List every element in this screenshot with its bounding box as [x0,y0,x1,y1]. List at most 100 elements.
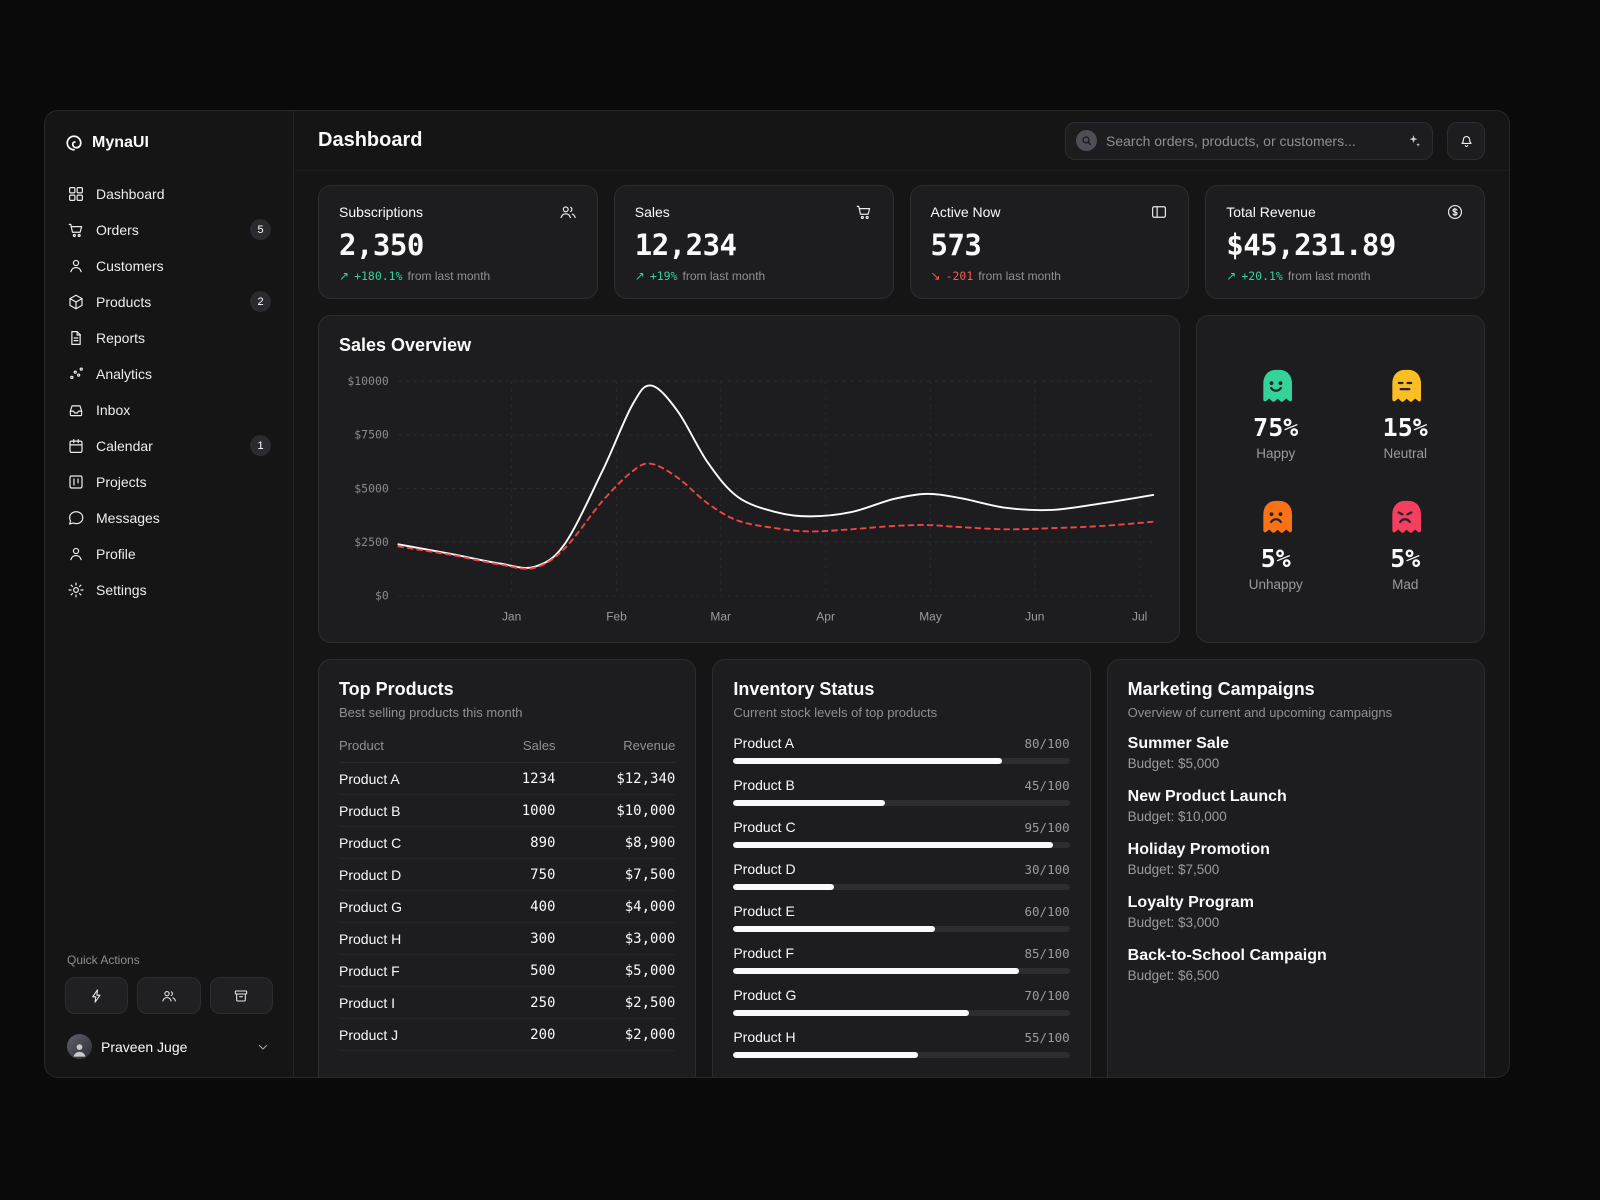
sidebar-item-label: Messages [96,510,160,526]
sidebar-item-label: Customers [96,258,164,274]
sidebar-item-label: Reports [96,330,145,346]
dollar-circle-icon [1446,203,1464,221]
svg-text:Jul: Jul [1132,610,1147,624]
campaign-name: Holiday Promotion [1128,841,1464,859]
sales-chart: $10000$7500$5000$2500$0JanFebMarAprMayJu… [339,364,1159,636]
trend-up-icon: ↗ [1226,269,1236,283]
sidebar-item-reports[interactable]: Reports [57,321,281,354]
sidebar-item-calendar[interactable]: Calendar 1 [57,429,281,462]
svg-text:$7500: $7500 [354,428,389,442]
user-silhouette-icon [70,1040,89,1059]
revenue-cell: $4,000 [555,891,675,923]
inbox-icon [67,401,85,419]
campaign-budget: Budget: $6,500 [1128,968,1464,983]
revenue-cell: $2,500 [555,987,675,1019]
search-bar[interactable] [1065,122,1433,160]
revenue-cell: $7,500 [555,859,675,891]
stock-progress-fill [733,758,1002,764]
table-row: Product F 500 $5,000 [339,955,675,987]
products-box-icon [67,293,85,311]
stat-delta: -201 [946,269,974,283]
search-input[interactable] [1106,133,1396,149]
table-row: Product G 400 $4,000 [339,891,675,923]
sidebar-item-settings[interactable]: Settings [57,573,281,606]
product-name: Product F [733,945,794,961]
trend-down-icon: ↘ [931,269,941,283]
messages-icon [67,509,85,527]
inventory-title: Inventory Status [733,679,1069,700]
sidebar-item-orders[interactable]: Orders 5 [57,213,281,246]
users-icon [161,988,177,1004]
campaign-item: Back-to-School Campaign Budget: $6,500 [1128,947,1464,983]
sentiment-label: Happy [1256,446,1295,461]
dashboard-content: Subscriptions 2,350 ↗ +180.1% from last … [294,171,1509,1077]
svg-text:$0: $0 [375,589,389,603]
sidebar-badge: 5 [250,219,271,240]
product-name: Product C [733,819,795,835]
quick-actions-label: Quick Actions [67,953,271,967]
sales-cell: 300 [487,923,555,955]
orders-cart-icon [67,221,85,239]
stock-level: 45/100 [1025,778,1070,793]
campaign-budget: Budget: $3,000 [1128,915,1464,930]
table-row: Product J 200 $2,000 [339,1019,675,1051]
topbar: Dashboard [294,111,1509,171]
quick-action-lightning[interactable] [65,977,128,1014]
stock-progress-fill [733,926,935,932]
mid-row: Sales Overview $10000$7500$5000$2500$0Ja… [318,315,1485,643]
revenue-cell: $5,000 [555,955,675,987]
sidebar-item-products[interactable]: Products 2 [57,285,281,318]
sidebar-item-analytics[interactable]: Analytics [57,357,281,390]
customer-sentiment-card: 75% Happy 15% Neutral 5% Unhappy 5% Mad [1196,315,1485,643]
user-menu[interactable]: Praveen Juge [57,1030,281,1059]
stock-progress-track [733,800,1069,806]
product-name-cell: Product F [339,955,487,987]
product-name: Product D [733,861,795,877]
stock-level: 30/100 [1025,862,1070,877]
sales-chart-wrap: $10000$7500$5000$2500$0JanFebMarAprMayJu… [339,364,1159,636]
sidebar-spacer [57,606,281,953]
brand: MynaUI [57,129,281,157]
notifications-button[interactable] [1447,122,1485,160]
column-header: Sales [487,733,555,763]
analytics-icon [67,365,85,383]
ghost-neutral-icon [1385,366,1425,406]
product-name: Product A [733,735,794,751]
stock-progress-fill [733,1010,968,1016]
sidebar-item-profile[interactable]: Profile [57,537,281,570]
sidebar-item-label: Analytics [96,366,152,382]
svg-text:Jun: Jun [1025,610,1044,624]
ghost-mad-icon [1385,497,1425,537]
sparkle-icon[interactable] [1405,132,1422,149]
sidebar-item-inbox[interactable]: Inbox [57,393,281,426]
campaign-item: Loyalty Program Budget: $3,000 [1128,894,1464,930]
svg-text:Jan: Jan [502,610,521,624]
sales-cell: 200 [487,1019,555,1051]
sidebar-item-dashboard[interactable]: Dashboard [57,177,281,210]
chevron-down-icon[interactable] [255,1039,271,1055]
stock-progress-track [733,884,1069,890]
stock-progress-track [733,926,1069,932]
sales-cell: 750 [487,859,555,891]
sidebar-item-label: Dashboard [96,186,165,202]
sales-cell: 1000 [487,795,555,827]
campaign-item: Holiday Promotion Budget: $7,500 [1128,841,1464,877]
settings-gear-icon [67,581,85,599]
customers-icon [67,257,85,275]
sidebar-item-projects[interactable]: Projects [57,465,281,498]
table-row: Product H 300 $3,000 [339,923,675,955]
stock-progress-fill [733,842,1053,848]
sales-overview-card: Sales Overview $10000$7500$5000$2500$0Ja… [318,315,1180,643]
sidebar-item-customers[interactable]: Customers [57,249,281,282]
inventory-item: Product H 55/100 [733,1029,1069,1058]
table-row: Product B 1000 $10,000 [339,795,675,827]
sidebar-item-messages[interactable]: Messages [57,501,281,534]
quick-action-archive[interactable] [210,977,273,1014]
campaign-name: Summer Sale [1128,735,1464,753]
inventory-item: Product C 95/100 [733,819,1069,848]
inventory-list: Product A 80/100 Product B 45/100 Produc… [733,735,1069,1058]
marketing-campaigns-card: Marketing Campaigns Overview of current … [1107,659,1485,1077]
sales-cell: 1234 [487,763,555,795]
product-name-cell: Product B [339,795,487,827]
quick-action-users[interactable] [137,977,200,1014]
